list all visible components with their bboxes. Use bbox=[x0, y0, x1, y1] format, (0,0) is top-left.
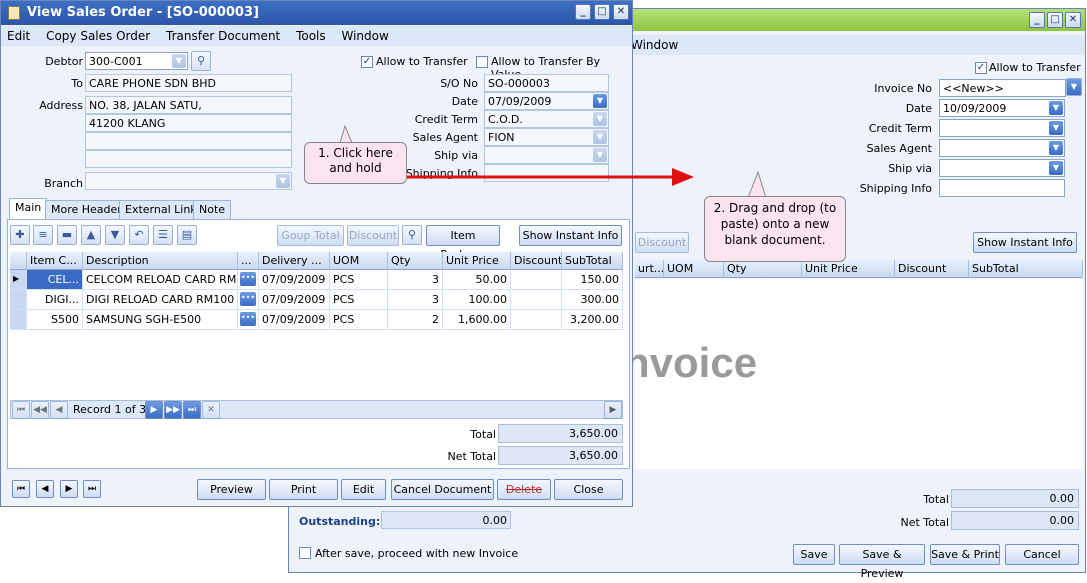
drag-arrow bbox=[339, 124, 767, 199]
step2-callout: 2. Drag and drop (to paste) onto a new b… bbox=[704, 196, 846, 262]
step1-callout: 1. Click here and hold bbox=[304, 142, 407, 184]
